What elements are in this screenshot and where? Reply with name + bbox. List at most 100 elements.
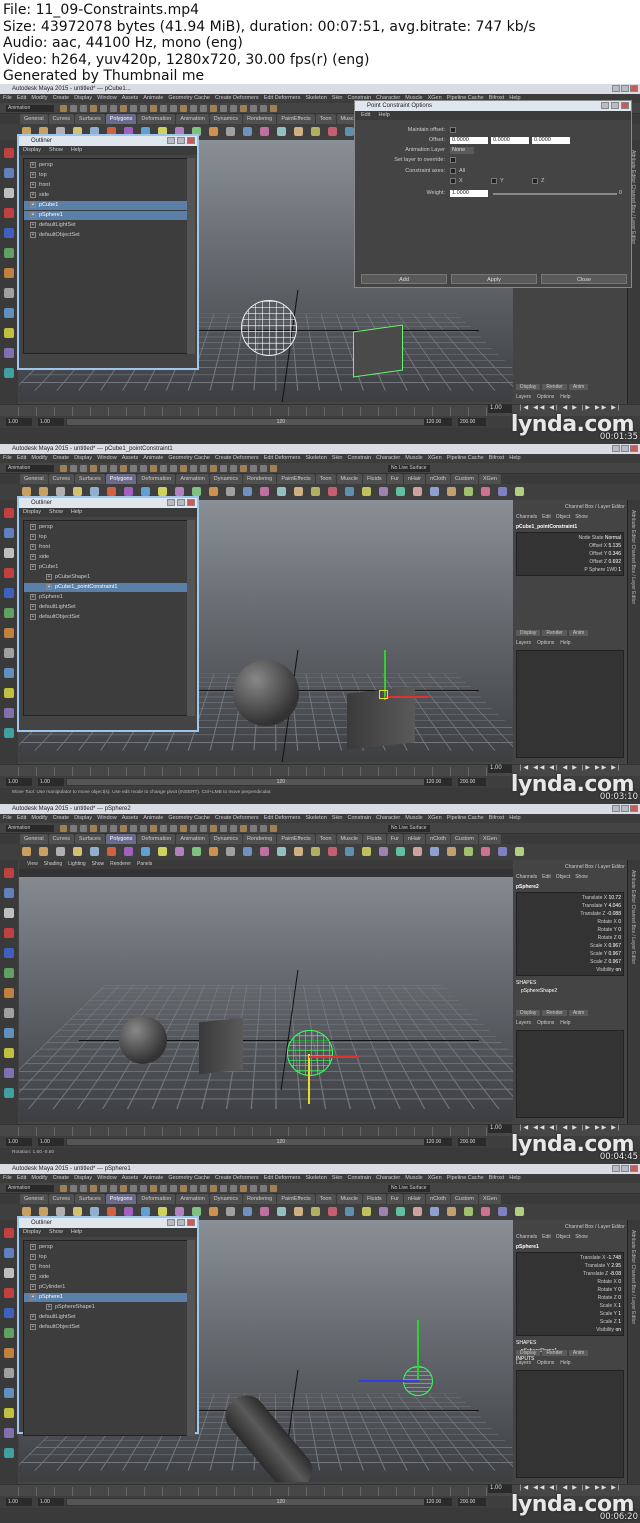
menu-file[interactable]: File xyxy=(3,95,12,101)
status-tool-icon[interactable] xyxy=(130,1185,137,1192)
menu-assets[interactable]: Assets xyxy=(122,815,139,821)
status-tool-icon[interactable] xyxy=(70,1185,77,1192)
status-tool-icon[interactable] xyxy=(240,1185,247,1192)
shelf-tool-icon[interactable] xyxy=(175,1207,184,1216)
status-tool-icon[interactable] xyxy=(130,825,137,832)
status-tool-icon[interactable] xyxy=(110,1185,117,1192)
close-button[interactable] xyxy=(630,805,638,812)
shelf-tool-icon[interactable] xyxy=(345,127,354,136)
no-live-surface-field[interactable]: No Live Surface xyxy=(388,1185,430,1192)
layer-menu-layers[interactable]: Layers xyxy=(516,1020,531,1026)
tab-dynamics[interactable]: Dynamics xyxy=(209,114,242,124)
offset-field[interactable]: 0.0000 xyxy=(491,137,529,144)
shelf-tool-icon[interactable] xyxy=(464,487,473,496)
layer-tab-anim[interactable]: Anim xyxy=(568,1010,589,1016)
menu-edit-deformers[interactable]: Edit Deformers xyxy=(264,815,301,821)
tab-fur[interactable]: Fur xyxy=(386,834,403,844)
shelf-tool-icon[interactable] xyxy=(39,1207,48,1216)
status-tool-icon[interactable] xyxy=(270,825,277,832)
status-tool-icon[interactable] xyxy=(70,465,77,472)
playback-button[interactable]: ▶ xyxy=(572,405,579,411)
status-tool-icon[interactable] xyxy=(220,1185,227,1192)
tool-icon[interactable] xyxy=(4,228,14,238)
viewport-menu-show[interactable]: Show xyxy=(92,861,105,867)
expand-icon[interactable]: + xyxy=(30,1323,36,1330)
status-tool-icon[interactable] xyxy=(170,105,177,112)
playback-button[interactable]: ◀ xyxy=(563,1485,570,1491)
shelf-tool-icon[interactable] xyxy=(141,1207,150,1216)
shelf-tool-icon[interactable] xyxy=(430,1207,439,1216)
tool-icon[interactable] xyxy=(4,608,14,618)
status-tool-icon[interactable] xyxy=(260,465,267,472)
shelf-tool-icon[interactable] xyxy=(192,487,201,496)
attribute-editor-tab[interactable]: Attribute Editor Channel Box / Layer Edi… xyxy=(630,870,636,964)
playback-button[interactable]: ◀ xyxy=(563,405,570,411)
shelf-tool-icon[interactable] xyxy=(107,1207,116,1216)
outliner-menu-show[interactable]: Show xyxy=(49,147,63,153)
layer-menu-help[interactable]: Help xyxy=(560,1360,570,1366)
status-tool-icon[interactable] xyxy=(210,1185,217,1192)
shelf-tool-icon[interactable] xyxy=(226,127,235,136)
outliner-menu-show[interactable]: Show xyxy=(49,1229,63,1235)
layer-tab-render[interactable]: Render xyxy=(542,630,567,636)
status-tool-icon[interactable] xyxy=(160,1185,167,1192)
shelf-tool-icon[interactable] xyxy=(158,487,167,496)
expand-icon[interactable]: + xyxy=(30,523,36,530)
status-tool-icon[interactable] xyxy=(180,465,187,472)
shelf-tool-icon[interactable] xyxy=(362,1207,371,1216)
expand-icon[interactable]: + xyxy=(30,563,36,570)
channel-attr[interactable]: Scale X 1 xyxy=(521,1303,621,1309)
status-tool-icon[interactable] xyxy=(250,105,257,112)
menu-xgen[interactable]: XGen xyxy=(428,1175,442,1181)
tab-fluids[interactable]: Fluids xyxy=(362,474,386,484)
tab-xgen[interactable]: XGen xyxy=(478,1194,501,1204)
axis-z-checkbox[interactable] xyxy=(532,178,538,184)
tool-icon[interactable] xyxy=(4,248,14,258)
tab-polygons[interactable]: Polygons xyxy=(105,834,137,844)
mode-dropdown[interactable]: Animation xyxy=(6,465,54,472)
no-live-surface-field[interactable]: No Live Surface xyxy=(388,465,430,472)
channel-attr[interactable]: Offset Y 0.346 xyxy=(521,551,621,557)
shelf-tool-icon[interactable] xyxy=(345,1207,354,1216)
tab-muscle[interactable]: Muscle xyxy=(336,834,362,844)
tool-icon[interactable] xyxy=(4,688,14,698)
expand-icon[interactable]: + xyxy=(30,593,36,600)
status-tool-icon[interactable] xyxy=(200,825,207,832)
menu-muscle[interactable]: Muscle xyxy=(405,815,422,821)
tool-icon[interactable] xyxy=(4,1348,14,1358)
tool-icon[interactable] xyxy=(4,268,14,278)
tool-icon[interactable] xyxy=(4,568,14,578)
add-button[interactable]: Add xyxy=(361,274,447,284)
menu-character[interactable]: Character xyxy=(376,455,400,461)
status-tool-icon[interactable] xyxy=(160,825,167,832)
playback-button[interactable]: |▶ xyxy=(582,1125,592,1131)
channel-attr[interactable]: Offset X 5.135 xyxy=(521,543,621,549)
outliner-item[interactable]: + pCylinder1 xyxy=(24,1283,188,1292)
playback-button[interactable]: ▶| xyxy=(611,765,621,771)
outliner-item[interactable]: + front xyxy=(24,181,188,190)
outliner-item[interactable]: + pSphere1 xyxy=(24,593,188,602)
outliner-item[interactable]: + defaultLightSet xyxy=(24,221,188,230)
layer-tab-display[interactable]: Display xyxy=(516,1010,541,1016)
menu-skeleton[interactable]: Skeleton xyxy=(305,95,326,101)
close-button[interactable] xyxy=(187,499,195,506)
menu-create[interactable]: Create xyxy=(53,95,70,101)
channel-attr[interactable]: Visibility on xyxy=(521,967,621,973)
layer-menu-options[interactable]: Options xyxy=(537,640,554,646)
tab-custom[interactable]: Custom xyxy=(450,834,478,844)
tab-curves[interactable]: Curves xyxy=(48,834,74,844)
maximize-button[interactable] xyxy=(177,137,185,144)
status-tool-icon[interactable] xyxy=(240,465,247,472)
playback-button[interactable]: ◀| xyxy=(549,1485,559,1491)
status-tool-icon[interactable] xyxy=(100,1185,107,1192)
status-tool-icon[interactable] xyxy=(100,825,107,832)
tool-icon[interactable] xyxy=(4,1408,14,1418)
shelf-tool-icon[interactable] xyxy=(311,127,320,136)
shelf-tool-icon[interactable] xyxy=(294,127,303,136)
status-tool-icon[interactable] xyxy=(210,825,217,832)
maximize-button[interactable] xyxy=(611,102,619,109)
shelf-tool-icon[interactable] xyxy=(464,847,473,856)
shelf-tool-icon[interactable] xyxy=(260,847,269,856)
viewport-menu-view[interactable]: View xyxy=(27,861,38,867)
tab-fluids[interactable]: Fluids xyxy=(362,1194,386,1204)
